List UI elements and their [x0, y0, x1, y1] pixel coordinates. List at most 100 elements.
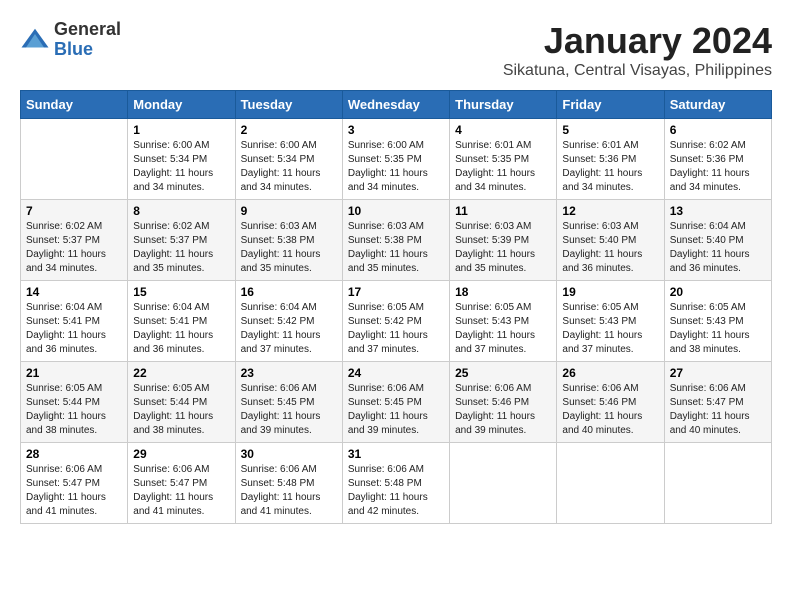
weekday-header-wednesday: Wednesday: [342, 91, 449, 119]
calendar-cell: 20 Sunrise: 6:05 AM Sunset: 5:43 PM Dayli…: [664, 281, 771, 362]
logo-icon: [20, 25, 50, 55]
weekday-header-sunday: Sunday: [21, 91, 128, 119]
day-number: 11: [455, 204, 551, 218]
day-number: 14: [26, 285, 122, 299]
calendar-cell: 15 Sunrise: 6:04 AM Sunset: 5:41 PM Dayli…: [128, 281, 235, 362]
calendar-cell: [557, 443, 664, 524]
day-info: Sunrise: 6:05 AM Sunset: 5:42 PM Dayligh…: [348, 301, 444, 357]
day-number: 4: [455, 123, 551, 137]
day-number: 12: [562, 204, 658, 218]
day-info: Sunrise: 6:06 AM Sunset: 5:47 PM Dayligh…: [133, 463, 229, 519]
day-info: Sunrise: 6:03 AM Sunset: 5:38 PM Dayligh…: [241, 220, 337, 276]
day-info: Sunrise: 6:04 AM Sunset: 5:41 PM Dayligh…: [133, 301, 229, 357]
calendar-cell: 26 Sunrise: 6:06 AM Sunset: 5:46 PM Dayli…: [557, 362, 664, 443]
weekday-header-friday: Friday: [557, 91, 664, 119]
day-info: Sunrise: 6:03 AM Sunset: 5:38 PM Dayligh…: [348, 220, 444, 276]
weekday-header-tuesday: Tuesday: [235, 91, 342, 119]
calendar-cell: 31 Sunrise: 6:06 AM Sunset: 5:48 PM Dayli…: [342, 443, 449, 524]
day-number: 23: [241, 366, 337, 380]
day-number: 20: [670, 285, 766, 299]
day-info: Sunrise: 6:00 AM Sunset: 5:35 PM Dayligh…: [348, 139, 444, 195]
calendar-cell: 11 Sunrise: 6:03 AM Sunset: 5:39 PM Dayli…: [450, 200, 557, 281]
day-number: 21: [26, 366, 122, 380]
calendar-cell: [664, 443, 771, 524]
day-info: Sunrise: 6:01 AM Sunset: 5:35 PM Dayligh…: [455, 139, 551, 195]
day-number: 19: [562, 285, 658, 299]
calendar-week-2: 7Sunrise: 6:02 AM Sunset: 5:37 PM Daylig…: [21, 200, 772, 281]
day-info: Sunrise: 6:06 AM Sunset: 5:47 PM Dayligh…: [670, 382, 766, 438]
day-info: Sunrise: 6:00 AM Sunset: 5:34 PM Dayligh…: [133, 139, 229, 195]
calendar-cell: 9 Sunrise: 6:03 AM Sunset: 5:38 PM Daylig…: [235, 200, 342, 281]
day-info: Sunrise: 6:04 AM Sunset: 5:42 PM Dayligh…: [241, 301, 337, 357]
day-info: Sunrise: 6:05 AM Sunset: 5:43 PM Dayligh…: [562, 301, 658, 357]
calendar-cell: 18Sunrise: 6:05 AM Sunset: 5:43 PM Dayli…: [450, 281, 557, 362]
day-number: 31: [348, 447, 444, 461]
day-number: 24: [348, 366, 444, 380]
calendar-cell: 6 Sunrise: 6:02 AM Sunset: 5:36 PM Daylig…: [664, 119, 771, 200]
calendar-cell: 24 Sunrise: 6:06 AM Sunset: 5:45 PM Dayli…: [342, 362, 449, 443]
day-info: Sunrise: 6:05 AM Sunset: 5:44 PM Dayligh…: [26, 382, 122, 438]
day-number: 22: [133, 366, 229, 380]
day-info: Sunrise: 6:02 AM Sunset: 5:36 PM Dayligh…: [670, 139, 766, 195]
day-number: 2: [241, 123, 337, 137]
day-number: 9: [241, 204, 337, 218]
calendar-cell: 5 Sunrise: 6:01 AM Sunset: 5:36 PM Daylig…: [557, 119, 664, 200]
calendar-cell: 4 Sunrise: 6:01 AM Sunset: 5:35 PM Daylig…: [450, 119, 557, 200]
day-info: Sunrise: 6:06 AM Sunset: 5:48 PM Dayligh…: [348, 463, 444, 519]
day-number: 30: [241, 447, 337, 461]
day-info: Sunrise: 6:05 AM Sunset: 5:43 PM Dayligh…: [670, 301, 766, 357]
calendar-cell: 30 Sunrise: 6:06 AM Sunset: 5:48 PM Dayli…: [235, 443, 342, 524]
calendar-cell: 10 Sunrise: 6:03 AM Sunset: 5:38 PM Dayli…: [342, 200, 449, 281]
day-info: Sunrise: 6:06 AM Sunset: 5:46 PM Dayligh…: [455, 382, 551, 438]
weekday-header-saturday: Saturday: [664, 91, 771, 119]
calendar-cell: [21, 119, 128, 200]
day-number: 16: [241, 285, 337, 299]
calendar-subtitle: Sikatuna, Central Visayas, Philippines: [503, 62, 772, 80]
calendar-week-1: 1 Sunrise: 6:00 AM Sunset: 5:34 PM Daylig…: [21, 119, 772, 200]
day-info: Sunrise: 6:03 AM Sunset: 5:40 PM Dayligh…: [562, 220, 658, 276]
day-info: Sunrise: 6:06 AM Sunset: 5:45 PM Dayligh…: [348, 382, 444, 438]
day-number: 8: [133, 204, 229, 218]
day-number: 5: [562, 123, 658, 137]
calendar-cell: 14 Sunrise: 6:04 AM Sunset: 5:41 PM Dayli…: [21, 281, 128, 362]
day-info: Sunrise: 6:01 AM Sunset: 5:36 PM Dayligh…: [562, 139, 658, 195]
day-info: Sunrise: 6:04 AM Sunset: 5:40 PM Dayligh…: [670, 220, 766, 276]
day-info: Sunrise: 6:00 AM Sunset: 5:34 PM Dayligh…: [241, 139, 337, 195]
calendar-cell: 12 Sunrise: 6:03 AM Sunset: 5:40 PM Dayli…: [557, 200, 664, 281]
day-info: Sunrise: 6:02 AM Sunset: 5:37 PM Dayligh…: [133, 220, 229, 276]
calendar-cell: [450, 443, 557, 524]
calendar-week-3: 14 Sunrise: 6:04 AM Sunset: 5:41 PM Dayli…: [21, 281, 772, 362]
day-number: 29: [133, 447, 229, 461]
day-info: Sunrise: 6:04 AM Sunset: 5:41 PM Dayligh…: [26, 301, 122, 357]
day-number: 17: [348, 285, 444, 299]
calendar-cell: 3 Sunrise: 6:00 AM Sunset: 5:35 PM Daylig…: [342, 119, 449, 200]
day-info: Sunrise: 6:05 AM Sunset: 5:44 PM Dayligh…: [133, 382, 229, 438]
title-area: January 2024 Sikatuna, Central Visayas, …: [503, 20, 772, 80]
day-info: Sunrise: 6:06 AM Sunset: 5:46 PM Dayligh…: [562, 382, 658, 438]
calendar-title: January 2024: [503, 20, 772, 62]
calendar-cell: 7Sunrise: 6:02 AM Sunset: 5:37 PM Daylig…: [21, 200, 128, 281]
day-number: 1: [133, 123, 229, 137]
day-info: Sunrise: 6:06 AM Sunset: 5:48 PM Dayligh…: [241, 463, 337, 519]
day-number: 25: [455, 366, 551, 380]
calendar-cell: 27 Sunrise: 6:06 AM Sunset: 5:47 PM Dayli…: [664, 362, 771, 443]
calendar-cell: 21 Sunrise: 6:05 AM Sunset: 5:44 PM Dayli…: [21, 362, 128, 443]
header: General Blue January 2024 Sikatuna, Cent…: [20, 20, 772, 80]
day-number: 10: [348, 204, 444, 218]
weekday-row: SundayMondayTuesdayWednesdayThursdayFrid…: [21, 91, 772, 119]
calendar-cell: 2 Sunrise: 6:00 AM Sunset: 5:34 PM Daylig…: [235, 119, 342, 200]
day-info: Sunrise: 6:03 AM Sunset: 5:39 PM Dayligh…: [455, 220, 551, 276]
calendar-cell: 1 Sunrise: 6:00 AM Sunset: 5:34 PM Daylig…: [128, 119, 235, 200]
calendar-cell: 17 Sunrise: 6:05 AM Sunset: 5:42 PM Dayli…: [342, 281, 449, 362]
day-number: 15: [133, 285, 229, 299]
day-number: 3: [348, 123, 444, 137]
calendar-cell: 23Sunrise: 6:06 AM Sunset: 5:45 PM Dayli…: [235, 362, 342, 443]
calendar-cell: 8 Sunrise: 6:02 AM Sunset: 5:37 PM Daylig…: [128, 200, 235, 281]
calendar-body: 1 Sunrise: 6:00 AM Sunset: 5:34 PM Daylig…: [21, 119, 772, 524]
day-number: 6: [670, 123, 766, 137]
day-number: 26: [562, 366, 658, 380]
calendar-cell: 25 Sunrise: 6:06 AM Sunset: 5:46 PM Dayli…: [450, 362, 557, 443]
day-info: Sunrise: 6:05 AM Sunset: 5:43 PM Dayligh…: [455, 301, 551, 357]
day-number: 27: [670, 366, 766, 380]
calendar-cell: 16 Sunrise: 6:04 AM Sunset: 5:42 PM Dayli…: [235, 281, 342, 362]
